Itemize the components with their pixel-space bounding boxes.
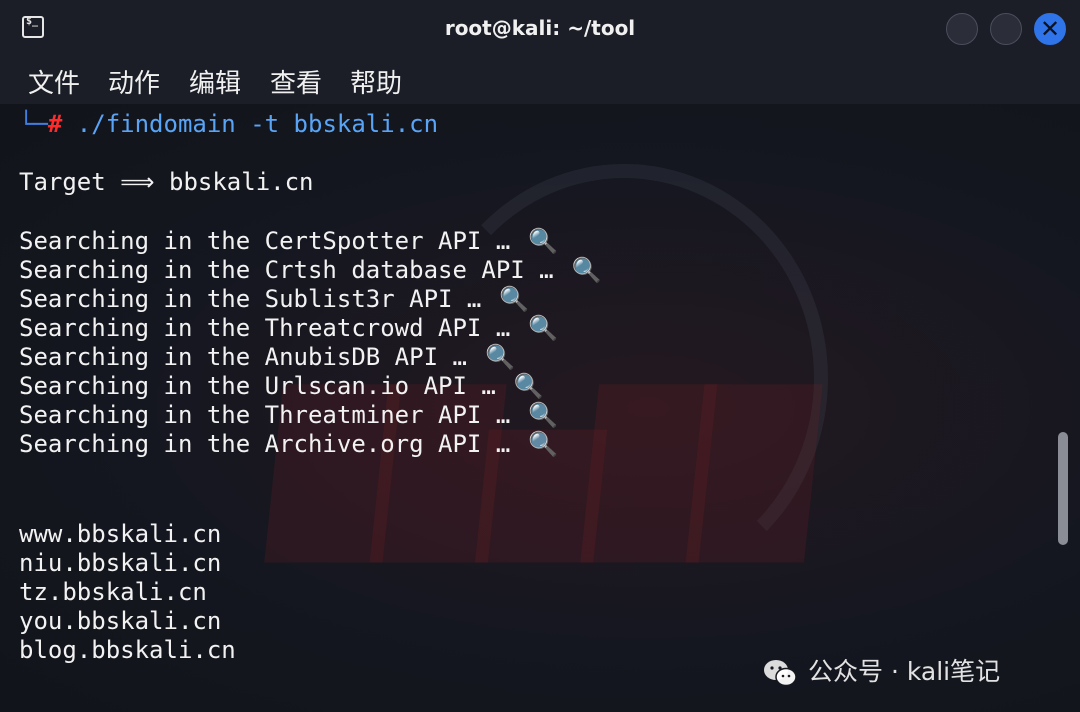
magnifier-icon: 🔍 [528, 401, 559, 429]
close-button[interactable]: ✕ [1034, 13, 1066, 45]
maximize-button[interactable] [990, 13, 1022, 45]
search-line: Searching in the CertSpotter API … 🔍 [19, 227, 559, 255]
wechat-icon [764, 660, 797, 687]
search-line: Searching in the Urlscan.io API … 🔍 [19, 372, 544, 400]
menu-bar: 文件 动作 编辑 查看 帮助 [0, 58, 1080, 104]
menu-edit[interactable]: 编辑 [189, 63, 241, 100]
command-line: └─# ./findomain -t bbskali.cn [19, 110, 438, 139]
terminal-window: $_ root@kali: ~/tool ✕ 文件 动作 编辑 查看 帮助 ██… [0, 0, 1080, 712]
search-line: Searching in the Threatminer API … 🔍 [19, 401, 559, 429]
command-text: ./findomain -t bbskali.cn [62, 110, 439, 138]
terminal-output[interactable]: ██▆██ └─# ./findomain -t bbskali.cn Targ… [0, 104, 1080, 712]
search-line: Searching in the Crtsh database API … 🔍 [19, 256, 602, 284]
title-bar: $_ root@kali: ~/tool ✕ [0, 0, 1080, 58]
search-line: Searching in the Threatcrowd API … 🔍 [19, 314, 559, 342]
prompt-hash: # [47, 110, 63, 138]
result-line: blog.bbskali.cn [19, 636, 236, 664]
menu-view[interactable]: 查看 [270, 63, 322, 100]
magnifier-icon: 🔍 [484, 343, 515, 371]
minimize-button[interactable] [946, 13, 978, 45]
menu-action[interactable]: 动作 [108, 63, 160, 100]
close-icon: ✕ [1039, 15, 1061, 43]
result-line: niu.bbskali.cn [19, 549, 222, 577]
wechat-watermark: 公众号 · kali笔记 [762, 652, 1000, 692]
scrollbar-thumb[interactable] [1058, 432, 1068, 545]
magnifier-icon: 🔍 [528, 430, 559, 458]
result-line: tz.bbskali.cn [19, 578, 207, 606]
window-title: root@kali: ~/tool [444, 16, 636, 40]
search-line: Searching in the Sublist3r API … 🔍 [19, 285, 530, 313]
magnifier-icon: 🔍 [513, 372, 544, 400]
target-line: Target ⟹ bbskali.cn [19, 168, 314, 196]
magnifier-icon: 🔍 [499, 285, 530, 313]
result-line: you.bbskali.cn [19, 607, 222, 635]
search-line: Searching in the AnubisDB API … 🔍 [19, 343, 515, 371]
watermark-text: 公众号 · kali笔记 [808, 657, 1001, 686]
magnifier-icon: 🔍 [571, 256, 602, 284]
menu-help[interactable]: 帮助 [350, 63, 402, 100]
prompt-corner: └─ [19, 110, 48, 138]
magnifier-icon: 🔍 [528, 314, 559, 342]
magnifier-icon: 🔍 [528, 227, 559, 255]
search-line: Searching in the Archive.org API … 🔍 [19, 430, 559, 458]
menu-file[interactable]: 文件 [28, 63, 80, 100]
result-line: www.bbskali.cn [19, 520, 222, 548]
